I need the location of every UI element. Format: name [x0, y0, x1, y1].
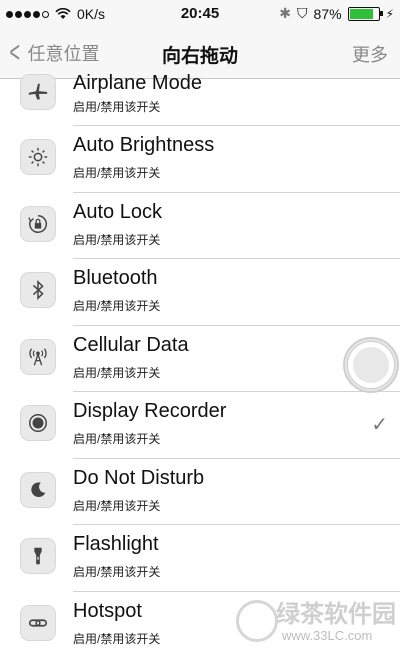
antenna-icon [20, 339, 56, 375]
list-item-flashlight[interactable]: Flashlight 启用/禁用该开关 [0, 525, 400, 592]
assistive-touch-ring-icon [348, 342, 394, 388]
bluetooth-status-icon: ✱ [279, 5, 291, 22]
record-icon [20, 405, 56, 441]
item-subtitle: 启用/禁用该开关 [73, 231, 160, 248]
list-item-bluetooth[interactable]: Bluetooth 启用/禁用该开关 [0, 259, 400, 326]
item-subtitle: 启用/禁用该开关 [73, 98, 160, 115]
moon-icon [20, 472, 56, 508]
item-title: Cellular Data [73, 334, 189, 357]
more-button[interactable]: 更多 [352, 41, 388, 67]
item-title: Auto Brightness [73, 134, 214, 157]
battery-icon [348, 7, 380, 21]
toggle-list: Airplane Mode 启用/禁用该开关 Auto Brightness 启… [0, 78, 400, 658]
sun-icon [20, 139, 56, 175]
flashlight-icon [20, 538, 56, 574]
item-title: Auto Lock [73, 201, 162, 224]
bluetooth-icon [20, 272, 56, 308]
battery-percent: 87% [314, 6, 342, 22]
list-item-display-recorder[interactable]: Display Recorder 启用/禁用该开关 ✓ [0, 392, 400, 459]
list-item-do-not-disturb[interactable]: Do Not Disturb 启用/禁用该开关 [0, 459, 400, 526]
watermark: 绿茶软件园 www.33LC.com [236, 594, 400, 653]
item-title: Hotspot [73, 600, 142, 623]
item-title: Flashlight [73, 533, 159, 556]
item-subtitle: 启用/禁用该开关 [73, 563, 160, 580]
status-right: ✱ ⛉ 87% ⚡ [279, 5, 394, 22]
airplane-icon [20, 74, 56, 110]
shield-status-icon: ⛉ [297, 5, 308, 22]
checkmark-icon: ✓ [371, 412, 388, 437]
item-subtitle: 启用/禁用该开关 [73, 497, 160, 514]
list-item-auto-lock[interactable]: Auto Lock 启用/禁用该开关 [0, 193, 400, 260]
watermark-brand: 绿茶软件园 [276, 594, 396, 629]
watermark-url: www.33LC.com [282, 628, 372, 643]
item-title: Display Recorder [73, 400, 226, 423]
hotspot-icon [20, 605, 56, 641]
assistive-touch-button[interactable] [343, 337, 399, 393]
item-subtitle: 启用/禁用该开关 [73, 364, 160, 381]
lock-rotation-icon [20, 206, 56, 242]
item-subtitle: 启用/禁用该开关 [73, 430, 160, 447]
item-subtitle: 启用/禁用该开关 [73, 630, 160, 647]
list-item-auto-brightness[interactable]: Auto Brightness 启用/禁用该开关 [0, 126, 400, 193]
item-subtitle: 启用/禁用该开关 [73, 297, 160, 314]
item-title: Airplane Mode [73, 72, 202, 95]
list-item-airplane-mode[interactable]: Airplane Mode 启用/禁用该开关 [0, 78, 400, 126]
item-title: Bluetooth [73, 267, 158, 290]
item-title: Do Not Disturb [73, 467, 204, 490]
status-bar: 0K/s 20:45 ✱ ⛉ 87% ⚡ [0, 0, 400, 28]
page-title: 向右拖动 [0, 41, 400, 68]
list-item-cellular-data[interactable]: Cellular Data 启用/禁用该开关 [0, 326, 400, 393]
watermark-logo-icon [236, 600, 278, 642]
charging-icon: ⚡ [386, 7, 394, 21]
item-subtitle: 启用/禁用该开关 [73, 164, 160, 181]
